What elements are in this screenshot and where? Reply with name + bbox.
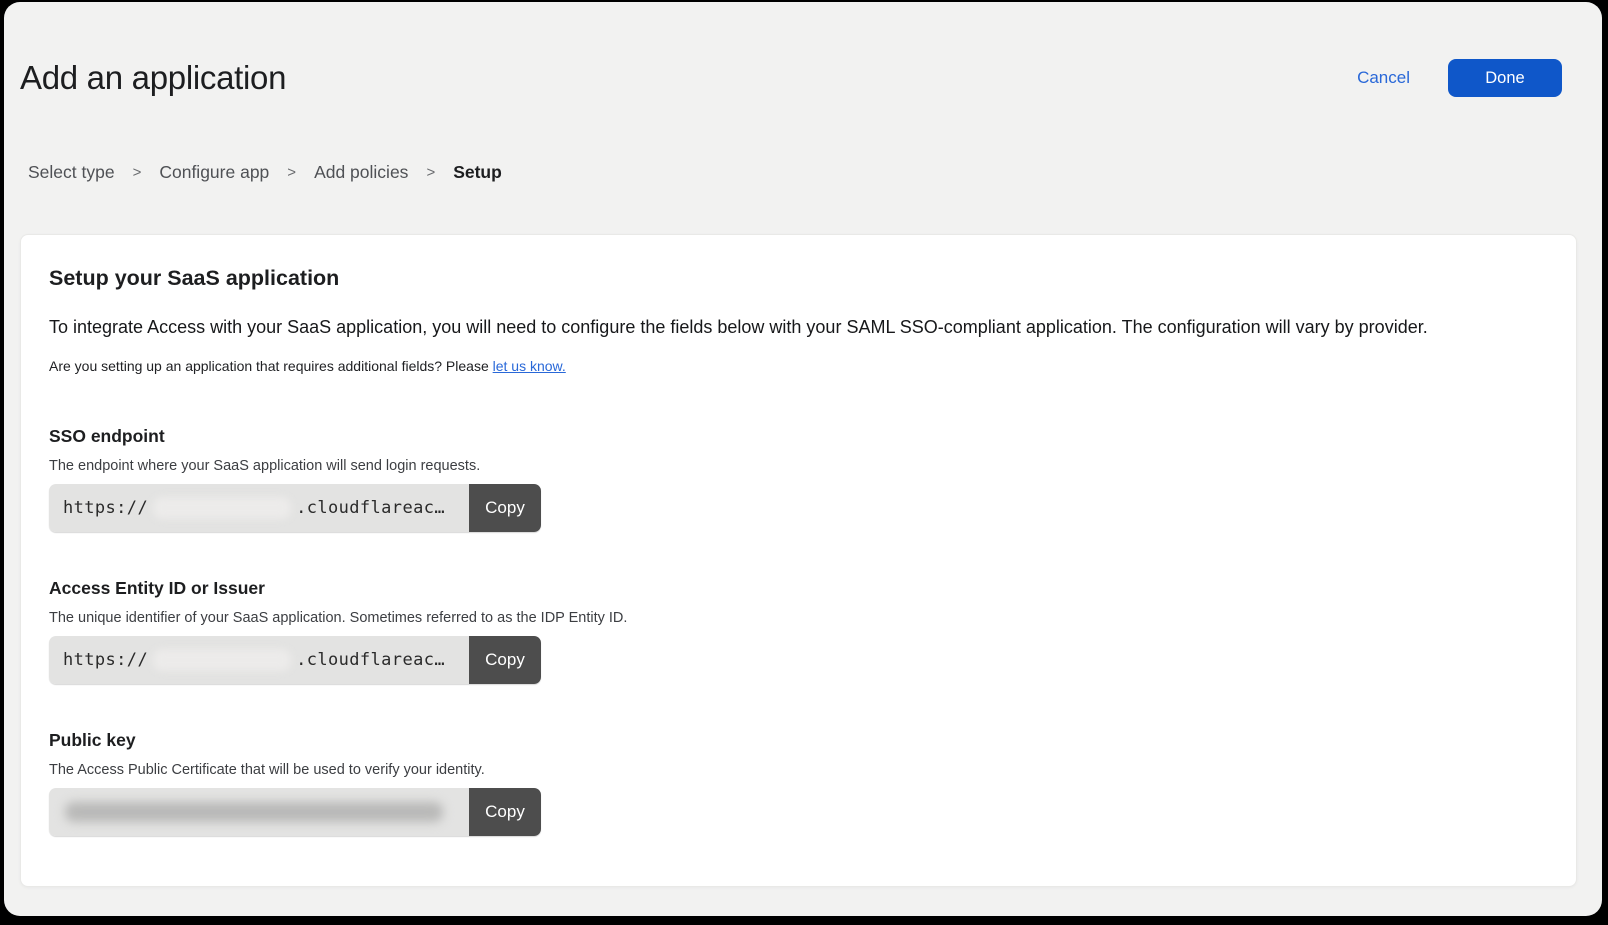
card-intro-text: To integrate Access with your SaaS appli… xyxy=(49,315,1546,339)
sso-endpoint-value[interactable]: https:// .cloudflareac… xyxy=(49,484,469,532)
field-label: SSO endpoint xyxy=(49,425,1546,447)
header-actions: Cancel Done xyxy=(1357,59,1562,97)
breadcrumb-separator: > xyxy=(426,164,435,181)
breadcrumb: Select type > Configure app > Add polici… xyxy=(28,162,1602,183)
public-key-field-row: Copy xyxy=(49,788,541,836)
setup-card: Setup your SaaS application To integrate… xyxy=(20,234,1577,887)
field-description: The unique identifier of your SaaS appli… xyxy=(49,609,1546,627)
entity-id-field-row: https:// .cloudflareac… Copy xyxy=(49,636,541,684)
breadcrumb-step-configure-app[interactable]: Configure app xyxy=(159,162,269,183)
breadcrumb-step-select-type[interactable]: Select type xyxy=(28,162,115,183)
value-prefix: https:// xyxy=(63,498,148,518)
public-key-section: Public key The Access Public Certificate… xyxy=(49,729,1546,836)
entity-id-section: Access Entity ID or Issuer The unique id… xyxy=(49,577,1546,684)
breadcrumb-step-add-policies[interactable]: Add policies xyxy=(314,162,408,183)
breadcrumb-separator: > xyxy=(287,164,296,181)
field-label: Access Entity ID or Issuer xyxy=(49,577,1546,599)
field-label: Public key xyxy=(49,729,1546,751)
app-window: Add an application Cancel Done Select ty… xyxy=(4,2,1602,916)
note-text: Are you setting up an application that r… xyxy=(49,358,493,374)
copy-entity-id-button[interactable]: Copy xyxy=(469,636,541,684)
redacted-value xyxy=(65,802,443,822)
breadcrumb-step-setup: Setup xyxy=(453,162,502,183)
sso-endpoint-field-row: https:// .cloudflareac… Copy xyxy=(49,484,541,532)
card-title: Setup your SaaS application xyxy=(49,265,1546,291)
entity-id-value[interactable]: https:// .cloudflareac… xyxy=(49,636,469,684)
public-key-value[interactable] xyxy=(49,788,469,836)
field-description: The endpoint where your SaaS application… xyxy=(49,457,1546,475)
field-description: The Access Public Certificate that will … xyxy=(49,761,1546,779)
value-suffix: .cloudflareac… xyxy=(296,650,445,670)
copy-sso-endpoint-button[interactable]: Copy xyxy=(469,484,541,532)
done-button[interactable]: Done xyxy=(1448,59,1562,97)
breadcrumb-separator: > xyxy=(133,164,142,181)
card-note: Are you setting up an application that r… xyxy=(49,357,1546,375)
page-header: Add an application Cancel Done xyxy=(20,58,1562,98)
copy-public-key-button[interactable]: Copy xyxy=(469,788,541,836)
sso-endpoint-section: SSO endpoint The endpoint where your Saa… xyxy=(49,425,1546,532)
value-suffix: .cloudflareac… xyxy=(296,498,445,518)
let-us-know-link[interactable]: let us know. xyxy=(493,358,566,374)
value-prefix: https:// xyxy=(63,650,148,670)
cancel-button[interactable]: Cancel xyxy=(1357,68,1410,88)
redacted-value xyxy=(153,497,291,519)
page-title: Add an application xyxy=(20,58,286,98)
redacted-value xyxy=(153,649,291,671)
